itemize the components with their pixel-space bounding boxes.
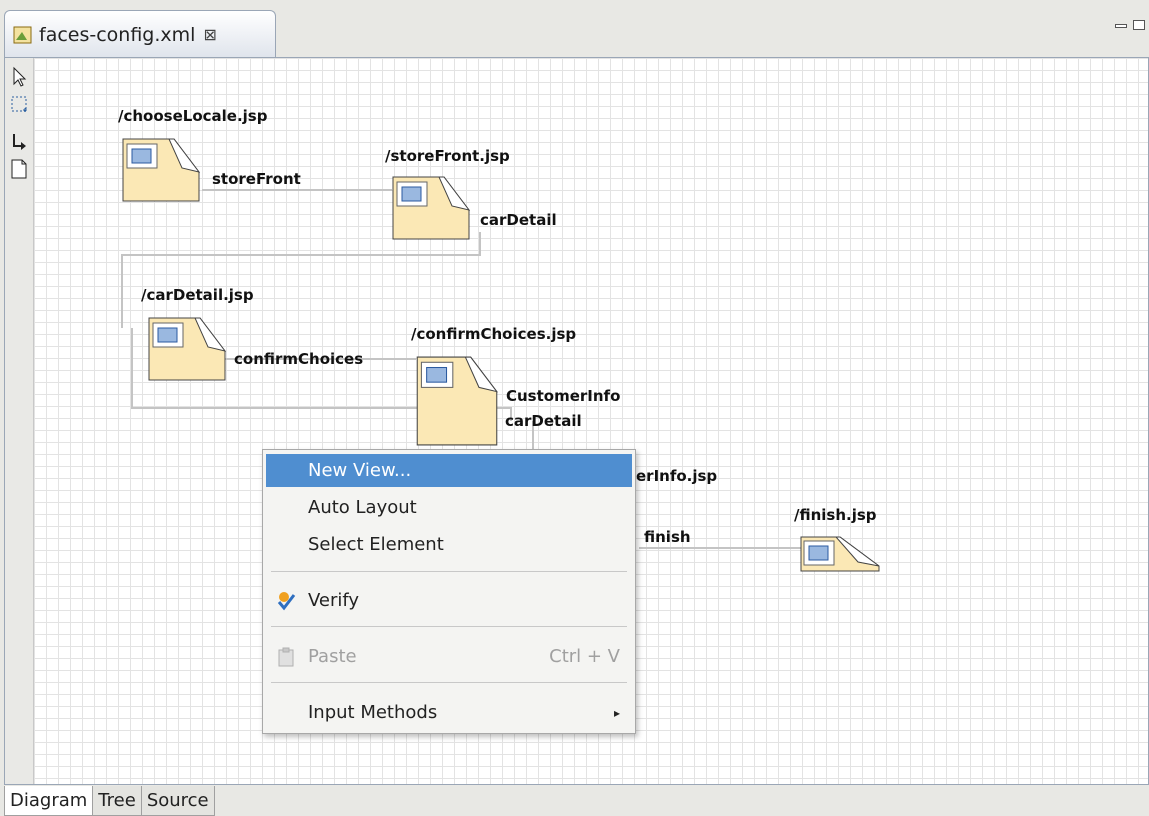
menu-item-select-element[interactable]: Select Element	[266, 528, 632, 561]
clipboard-icon	[278, 647, 294, 667]
edge-label: storeFront	[212, 170, 301, 188]
editor-bottom-tabs: Diagram Tree Source	[4, 786, 215, 816]
editor-tab[interactable]: faces-config.xml ⊠	[4, 10, 276, 58]
verify-check-icon	[277, 592, 296, 611]
submenu-arrow-icon: ▸	[613, 705, 620, 720]
edge-label: carDetail	[505, 412, 582, 430]
menu-item-verify[interactable]: Verify	[266, 584, 632, 617]
wire	[121, 254, 123, 328]
node-label: /finish.jsp	[794, 506, 877, 524]
menu-separator	[271, 571, 627, 572]
node-label: /storeFront.jsp	[385, 147, 510, 165]
tab-diagram[interactable]: Diagram	[4, 786, 94, 816]
select-arrow-icon[interactable]	[9, 66, 29, 88]
close-icon[interactable]: ⊠	[203, 25, 216, 44]
page-icon[interactable]	[9, 158, 29, 180]
connection-icon[interactable]	[9, 132, 29, 154]
minimize-icon[interactable]	[1115, 24, 1127, 28]
marquee-icon[interactable]	[9, 94, 29, 116]
jsp-page-icon[interactable]	[148, 317, 226, 381]
wire	[121, 254, 481, 256]
window-controls	[1115, 20, 1145, 30]
menu-item-shortcut: Ctrl + V	[549, 646, 620, 667]
edge-label: finish	[644, 528, 691, 546]
edge-label: CustomerInfo	[506, 387, 621, 405]
wire	[479, 232, 481, 254]
node-label: /chooseLocale.jsp	[118, 107, 268, 125]
wire	[202, 189, 392, 191]
menu-item-label: Auto Layout	[308, 497, 417, 518]
menu-separator	[271, 626, 627, 627]
editor-tab-title: faces-config.xml	[39, 23, 196, 46]
maximize-icon[interactable]	[1133, 20, 1145, 30]
wire	[639, 547, 801, 549]
jsp-page-icon[interactable]	[800, 536, 880, 572]
menu-item-paste: Paste Ctrl + V	[266, 640, 632, 673]
menu-item-label: Select Element	[308, 534, 444, 555]
menu-item-label: Verify	[308, 590, 360, 611]
node-label: /confirmChoices.jsp	[411, 325, 577, 343]
menu-item-label: New View...	[308, 460, 412, 481]
node-label: erInfo.jsp	[636, 467, 718, 485]
edge-label: carDetail	[480, 211, 557, 229]
wire	[131, 328, 133, 408]
palette	[5, 58, 34, 784]
menu-item-new-view[interactable]: New View...	[266, 454, 632, 487]
jsp-page-icon[interactable]	[416, 356, 498, 446]
menu-item-auto-layout[interactable]: Auto Layout	[266, 491, 632, 524]
menu-separator	[271, 682, 627, 683]
faces-config-icon	[13, 26, 32, 43]
jsp-page-icon[interactable]	[122, 138, 200, 202]
tab-tree[interactable]: Tree	[92, 786, 142, 816]
context-menu: New View... Auto Layout Select Element V…	[262, 449, 636, 734]
tab-source[interactable]: Source	[140, 786, 215, 816]
menu-item-input-methods[interactable]: Input Methods ▸	[266, 696, 632, 729]
menu-item-label: Input Methods	[308, 702, 438, 723]
menu-item-label: Paste	[308, 646, 357, 667]
edge-label: confirmChoices	[234, 350, 364, 368]
node-label: /carDetail.jsp	[141, 286, 254, 304]
jsp-page-icon[interactable]	[392, 176, 470, 240]
